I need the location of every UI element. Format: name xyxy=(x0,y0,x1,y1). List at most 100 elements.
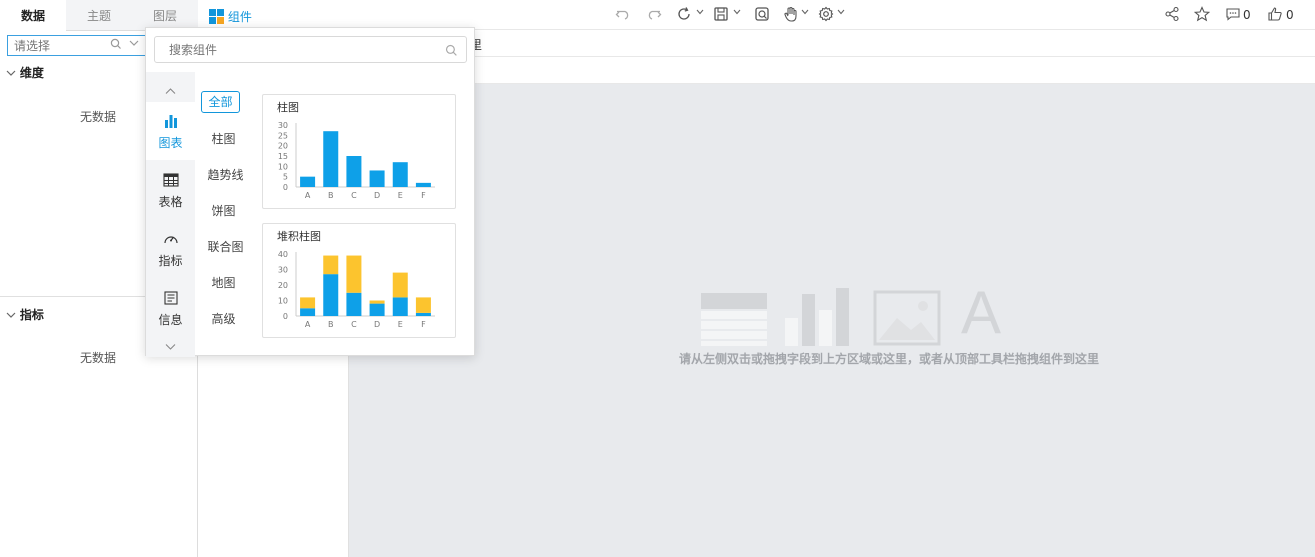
component-popup: 图表 表格 指标 信息 全部 柱图 趋势线 饼图 联合图 地图 高级 柱图 0 5… xyxy=(145,27,475,357)
chart-placeholder-icon xyxy=(785,288,849,346)
chevron-down-icon[interactable] xyxy=(128,37,140,52)
component-card-stacked-bar[interactable]: 堆积柱图 0 10 20 30 40 A B C D E F xyxy=(262,223,456,338)
x-tick-label: E xyxy=(398,191,403,200)
stacked-bar-segment xyxy=(346,292,362,316)
category-indicator[interactable]: 指标 xyxy=(146,220,195,278)
x-tick-label: F xyxy=(421,320,426,329)
bar xyxy=(415,182,431,187)
x-tick-label: A xyxy=(305,191,311,200)
stacked-bar-segment xyxy=(300,297,316,309)
comment-icon[interactable] xyxy=(1224,6,1242,24)
x-tick-label: B xyxy=(328,191,334,200)
chevron-down-icon xyxy=(6,312,16,318)
canvas-hint: 请从左侧双击或拖拽字段到上方区域或这里，或者从顶部工具栏拖拽组件到这里 xyxy=(678,352,1099,366)
chevron-down-icon[interactable] xyxy=(801,8,809,19)
canvas-area[interactable]: A xyxy=(349,84,1315,557)
star-icon[interactable] xyxy=(1193,6,1211,24)
x-tick-label: F xyxy=(421,191,426,200)
x-tick-label: D xyxy=(374,191,380,200)
chevron-down-icon[interactable] xyxy=(696,8,704,19)
search-icon[interactable] xyxy=(445,44,458,60)
component-button[interactable]: 组件 xyxy=(209,8,252,25)
subcategory-pie[interactable]: 饼图 xyxy=(201,201,246,221)
gear-icon[interactable] xyxy=(817,6,835,24)
x-tick-label: A xyxy=(305,320,311,329)
y-tick-label: 10 xyxy=(278,297,288,306)
card-title: 堆积柱图 xyxy=(277,230,321,243)
category-label: 图表 xyxy=(158,136,183,150)
component-card-bar[interactable]: 柱图 0 5 10 15 20 25 30 A B C D E F xyxy=(262,94,456,209)
top-toolbar: 组件 0 0 xyxy=(198,0,1315,30)
stacked-bar-segment xyxy=(369,303,385,316)
stacked-bar-segment xyxy=(346,255,362,293)
text-placeholder-icon: A xyxy=(961,279,1002,346)
stacked-bar-segment xyxy=(392,297,408,316)
stacked-bar-segment xyxy=(415,297,431,313)
tab-theme[interactable]: 主题 xyxy=(66,0,132,31)
preview-icon[interactable] xyxy=(753,6,771,24)
field-search-input[interactable] xyxy=(8,36,104,55)
subcategory-all[interactable]: 全部 xyxy=(201,91,240,113)
subcategory-advanced[interactable]: 高级 xyxy=(201,309,246,329)
category-list: 图表 表格 指标 信息 xyxy=(146,72,195,357)
chevron-down-icon xyxy=(6,70,16,76)
dimension-title: 维度 xyxy=(19,66,44,80)
y-tick-label: 10 xyxy=(278,162,288,171)
redo-icon[interactable] xyxy=(645,6,663,24)
card-title: 柱图 xyxy=(277,101,299,114)
hand-icon[interactable] xyxy=(782,6,800,24)
chevron-down-icon[interactable] xyxy=(165,340,176,354)
y-tick-label: 20 xyxy=(278,281,288,290)
x-tick-label: C xyxy=(351,191,357,200)
search-icon xyxy=(110,38,122,53)
x-tick-label: C xyxy=(351,320,357,329)
y-tick-label: 5 xyxy=(283,173,288,182)
chevron-down-icon[interactable] xyxy=(837,8,845,19)
y-tick-label: 30 xyxy=(278,266,288,275)
stacked-bar-segment xyxy=(392,272,408,298)
share-icon[interactable] xyxy=(1163,6,1181,24)
y-tick-label: 0 xyxy=(283,312,288,321)
gauge-icon xyxy=(164,236,178,244)
stacked-bar-segment xyxy=(323,255,339,275)
save-icon[interactable] xyxy=(712,6,730,24)
category-label: 指标 xyxy=(158,254,183,268)
bar xyxy=(323,131,339,187)
component-search-input[interactable] xyxy=(155,37,439,62)
refresh-icon[interactable] xyxy=(675,6,693,24)
undo-icon[interactable] xyxy=(614,6,632,24)
component-label: 组件 xyxy=(227,10,252,24)
bar-chart-preview: 05 101520 2530 A B C D E F xyxy=(278,121,435,200)
bar-chart-icon xyxy=(165,115,177,128)
category-chart[interactable]: 图表 xyxy=(146,102,195,160)
y-tick-label: 30 xyxy=(278,121,288,130)
subcategory-bar[interactable]: 柱图 xyxy=(201,129,246,149)
measure-title: 指标 xyxy=(19,308,44,322)
tab-data[interactable]: 数据 xyxy=(0,0,66,30)
x-tick-label: B xyxy=(328,320,334,329)
y-tick-label: 40 xyxy=(278,250,288,259)
component-search xyxy=(154,36,467,63)
subcategory-trend[interactable]: 趋势线 xyxy=(203,165,248,185)
grid-icon xyxy=(209,9,224,24)
subcategory-combo[interactable]: 联合图 xyxy=(203,237,248,257)
bar xyxy=(369,170,385,187)
measure-section-header[interactable]: 指标 xyxy=(6,306,44,323)
like-count: 0 xyxy=(1286,8,1294,22)
y-tick-label: 20 xyxy=(278,142,288,151)
comment-count: 0 xyxy=(1243,8,1251,22)
dimension-section-header[interactable]: 维度 xyxy=(6,64,44,81)
chevron-up-icon[interactable] xyxy=(165,84,176,98)
subcategory-map[interactable]: 地图 xyxy=(201,273,246,293)
stacked-bar-segment xyxy=(415,312,431,316)
category-info[interactable]: 信息 xyxy=(146,279,195,337)
category-table[interactable]: 表格 xyxy=(146,161,195,219)
y-tick-label: 15 xyxy=(278,152,288,161)
thumbs-up-icon[interactable] xyxy=(1266,6,1284,24)
x-tick-label: D xyxy=(374,320,380,329)
chevron-down-icon[interactable] xyxy=(733,8,741,19)
bar xyxy=(392,162,408,187)
category-label: 信息 xyxy=(158,313,183,327)
stacked-bar-segment xyxy=(300,308,316,316)
dimension-empty: 无数据 xyxy=(80,110,117,124)
